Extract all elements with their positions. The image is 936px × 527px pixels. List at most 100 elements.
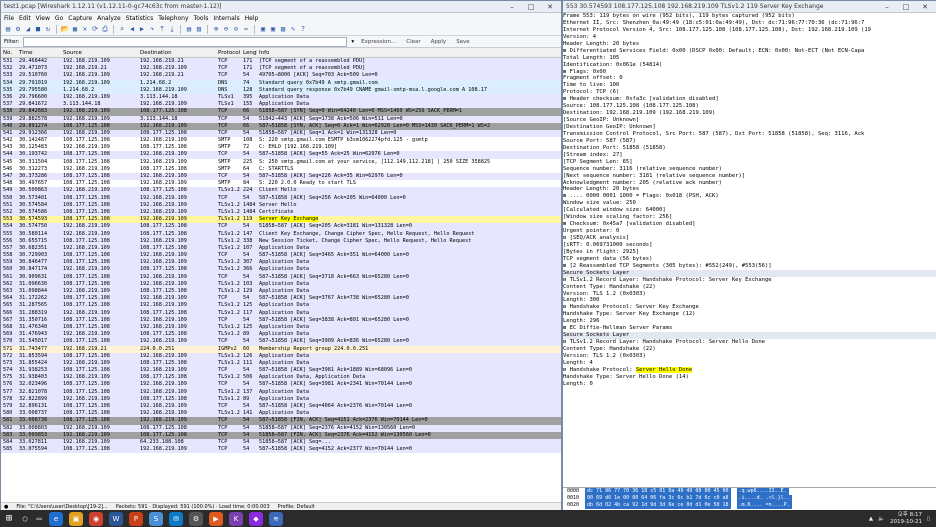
autoscroll-icon[interactable]: ▥ bbox=[195, 25, 203, 33]
packet-row[interactable]: 581 33.008738 108.177.125.108 192.168.219.1… bbox=[1, 417, 561, 425]
packet-row[interactable]: 534 29.791019 192.168.219.109 1.214.68.2 DNS… bbox=[1, 79, 561, 87]
filter-dropdown-icon[interactable]: ▾ bbox=[351, 39, 354, 45]
packet-row[interactable]: 548 30.497657 108.177.125.108 192.168.219.1… bbox=[1, 180, 561, 188]
normal-size-icon[interactable]: ⊙ bbox=[232, 25, 240, 33]
tree-item[interactable]: Acknowledgment number: 205 (relative ack… bbox=[563, 180, 936, 187]
packet-row[interactable]: 578 32.822899 192.168.219.109 108.177.125.1… bbox=[1, 395, 561, 403]
packet-row[interactable]: 536 29.796600 192.168.219.109 3.113.144.18 T… bbox=[1, 93, 561, 102]
notification-icon[interactable]: ▯ bbox=[927, 516, 930, 522]
hex-ascii[interactable]: .q.wp6....II..E. bbox=[736, 488, 789, 495]
tree-item[interactable]: ⊞ Flags: 0x00 bbox=[563, 69, 936, 76]
menu-item-edit[interactable]: Edit bbox=[19, 15, 31, 22]
taskbar-app-icon[interactable]: ◆ bbox=[249, 511, 263, 526]
tree-item[interactable]: Length: 296 bbox=[563, 318, 936, 325]
capture-filters-icon[interactable]: ▣ bbox=[259, 25, 267, 33]
column-header-info[interactable]: Info bbox=[257, 50, 561, 56]
taskbar-app-icon[interactable]: e bbox=[49, 511, 63, 526]
coloring-rules-icon[interactable]: ▨ bbox=[279, 25, 287, 33]
tree-item[interactable]: Destination: 192.168.219.109 (192.168.21… bbox=[563, 110, 936, 117]
taskbar-app-icon[interactable]: ◉ bbox=[89, 511, 103, 526]
packet-row[interactable]: 571 31.743477 192.168.219.21 224.0.0.251 IGM… bbox=[1, 345, 561, 353]
close-file-icon[interactable]: ✕ bbox=[81, 25, 89, 33]
packet-row[interactable]: 538 29.842683 192.168.219.109 108.177.125.1… bbox=[1, 108, 561, 116]
column-header-length[interactable]: Length bbox=[241, 50, 257, 56]
tree-item[interactable]: [Window size scaling factor: 256] bbox=[563, 214, 936, 221]
packet-row[interactable]: 541 29.912366 192.168.219.109 108.177.125.1… bbox=[1, 129, 561, 138]
packet-row[interactable]: 557 30.682351 192.168.219.109 108.177.125.1… bbox=[1, 244, 561, 253]
packet-row[interactable]: 539 29.882578 192.168.219.109 3.113.144.18 T… bbox=[1, 115, 561, 123]
close-icon[interactable]: ✕ bbox=[917, 3, 933, 11]
taskbar-app-icon[interactable]: ▶ bbox=[209, 511, 223, 526]
tree-item[interactable]: ⊞ [2 Reassembled TCP Segments (305 bytes… bbox=[563, 263, 936, 270]
tree-item[interactable]: [Bytes in flight: 2925] bbox=[563, 249, 936, 256]
menu-item-statistics[interactable]: Statistics bbox=[126, 15, 153, 22]
tree-item[interactable]: [Calculated window size: 64000] bbox=[563, 207, 936, 214]
packet-row[interactable]: 580 33.008737 108.177.125.108 192.168.219.1… bbox=[1, 410, 561, 418]
packet-row[interactable]: 579 32.896131 108.177.125.108 192.168.219.1… bbox=[1, 403, 561, 411]
packet-row[interactable]: 542 30.142487 108.177.125.108 192.168.219.1… bbox=[1, 137, 561, 145]
hex-bytes[interactable]: 00 69 d6 1e 00 00 64 06 fa 3c 6c b1 7d 6… bbox=[585, 495, 731, 502]
tree-item[interactable]: [Source GeoIP: Unknown] bbox=[563, 117, 936, 124]
taskbar-app-icon[interactable]: K bbox=[229, 511, 243, 526]
menu-item-telephony[interactable]: Telephony bbox=[158, 15, 188, 22]
go-forward-icon[interactable]: ▶ bbox=[138, 25, 146, 33]
packet-row[interactable]: 533 29.510760 192.168.219.109 192.168.219.2… bbox=[1, 72, 561, 80]
taskbar-app-icon[interactable]: ⚙ bbox=[189, 511, 203, 526]
packet-row[interactable]: 551 30.574584 108.177.125.108 192.168.219.1… bbox=[1, 201, 561, 209]
tree-item[interactable]: Version: TLS 1.2 (0x0303) bbox=[563, 353, 936, 360]
tree-item[interactable]: [Destination GeoIP: Unknown] bbox=[563, 124, 936, 131]
packet-row[interactable]: 560 30.847174 192.168.219.109 108.177.125.1… bbox=[1, 266, 561, 274]
go-to-packet-icon[interactable]: ↷ bbox=[148, 25, 156, 33]
packet-row[interactable]: 558 30.729903 108.177.125.108 192.168.219.1… bbox=[1, 252, 561, 260]
first-packet-icon[interactable]: ⤒ bbox=[158, 25, 166, 33]
tree-item[interactable]: ⊞ Checksum: 0x45a7 [validation disabled] bbox=[563, 221, 936, 228]
restart-capture-icon[interactable]: ↻ bbox=[44, 25, 52, 33]
packet-row[interactable]: 570 31.545017 108.177.125.108 192.168.219.1… bbox=[1, 338, 561, 346]
tree-item[interactable]: Secure Sockets Layer bbox=[563, 332, 936, 340]
column-header-source[interactable]: Source bbox=[61, 50, 138, 56]
column-header-protocol[interactable]: Protocol bbox=[216, 50, 241, 56]
packet-row[interactable]: 564 31.172262 108.177.125.108 192.168.219.1… bbox=[1, 295, 561, 303]
clear-button[interactable]: Clear bbox=[403, 39, 423, 45]
open-file-icon[interactable]: 📂 bbox=[61, 25, 70, 33]
menu-item-internals[interactable]: Internals bbox=[213, 15, 239, 22]
save-file-icon[interactable]: ▦ bbox=[71, 25, 79, 33]
tree-item[interactable]: ⊟ Handshake Protocol: Server Key Exchang… bbox=[563, 304, 936, 311]
packet-row[interactable]: 559 30.846477 108.177.125.108 192.168.219.1… bbox=[1, 259, 561, 267]
packet-row[interactable]: 535 29.795580 1.214.68.2 192.168.219.109 DNS… bbox=[1, 86, 561, 94]
tree-item[interactable]: Length: 0 bbox=[563, 381, 936, 388]
packet-row[interactable]: 584 33.027811 192.168.219.109 64.233.188.10… bbox=[1, 438, 561, 447]
tree-item[interactable]: Destination Port: 51858 (51858) bbox=[563, 145, 936, 152]
column-header-destination[interactable]: Destination bbox=[138, 50, 216, 56]
packet-row[interactable]: 582 33.008803 192.168.219.109 108.177.125.1… bbox=[1, 424, 561, 432]
menu-item-help[interactable]: Help bbox=[245, 15, 259, 22]
display-filters-icon[interactable]: ▣ bbox=[269, 25, 277, 33]
tree-item[interactable]: Transmission Control Protocol, Src Port:… bbox=[563, 131, 936, 138]
zoom-out-icon[interactable]: ⊖ bbox=[222, 25, 230, 33]
hex-bytes[interactable]: dc 71 96 77 70 36 18 c5 01 0a 49 49 08 0… bbox=[585, 488, 731, 495]
packet-row[interactable]: 585 33.075594 108.177.125.108 192.168.219.1… bbox=[1, 446, 561, 454]
packet-row[interactable]: 543 30.125483 192.168.219.109 108.177.125.1… bbox=[1, 144, 561, 152]
tree-item[interactable]: Source Port: 587 (587) bbox=[563, 138, 936, 145]
tree-item[interactable]: [iRTT: 0.069731000 seconds] bbox=[563, 242, 936, 249]
tree-item[interactable]: Content Type: Handshake (22) bbox=[563, 346, 936, 353]
column-header-no[interactable]: No. bbox=[1, 50, 17, 56]
tree-item[interactable]: Identification: 0x061e (54814) bbox=[563, 62, 936, 69]
tree-item[interactable]: ⊞ Header checksum: 0xfa3c [validation di… bbox=[563, 96, 936, 103]
packet-row[interactable]: 583 33.009853 192.168.219.109 108.177.125.1… bbox=[1, 431, 561, 439]
tree-item[interactable]: Header Length: 20 bytes bbox=[563, 41, 936, 48]
close-icon[interactable]: ✕ bbox=[542, 3, 558, 11]
packet-row[interactable]: 573 31.855424 192.168.219.109 108.177.125.1… bbox=[1, 359, 561, 368]
help-icon[interactable]: ? bbox=[299, 25, 307, 33]
reload-icon[interactable]: ⟳ bbox=[91, 25, 99, 33]
tree-item[interactable]: Handshake Type: Server Key Exchange (12) bbox=[563, 311, 936, 318]
packet-row[interactable]: 545 30.311504 108.177.125.108 192.168.219.1… bbox=[1, 158, 561, 166]
menu-item-capture[interactable]: Capture bbox=[68, 15, 92, 22]
display-filter-input[interactable] bbox=[23, 36, 348, 47]
packet-row[interactable]: 554 30.574750 192.168.219.109 108.177.125.1… bbox=[1, 223, 561, 231]
colorize-icon[interactable]: ▤ bbox=[185, 25, 193, 33]
task-view-icon[interactable]: ▭ bbox=[32, 514, 46, 523]
packet-row[interactable]: 568 31.476348 108.177.125.108 192.168.219.1… bbox=[1, 323, 561, 332]
packet-row[interactable]: 547 30.373286 108.177.125.108 192.168.219.1… bbox=[1, 173, 561, 181]
apply-button[interactable]: Apply bbox=[428, 39, 450, 45]
